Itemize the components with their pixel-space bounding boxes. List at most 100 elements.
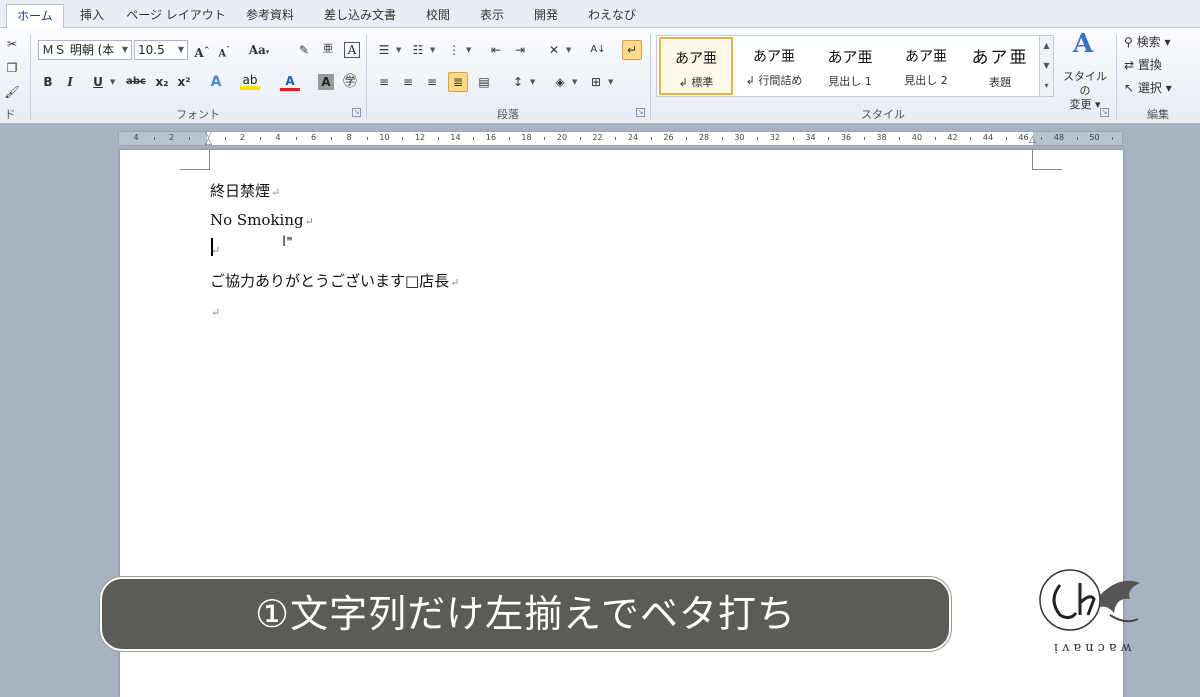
document-line[interactable]: ご協力ありがとうございます□店長↵ (210, 270, 459, 291)
tab-view[interactable]: 表示 (470, 4, 514, 28)
ribbon-tab-bar: ホーム 挿入 ページ レイアウト 参考資料 差し込み文書 校閲 表示 開発 わえ… (0, 0, 1200, 28)
tab-mailings[interactable]: 差し込み文書 (314, 4, 406, 28)
tab-developer[interactable]: 開発 (524, 4, 568, 28)
cut-icon[interactable]: ✂ (2, 34, 22, 54)
document-line[interactable]: ↵ (210, 302, 220, 320)
tab-insert[interactable]: 挿入 (70, 4, 114, 28)
highlight-color-icon[interactable]: ab (240, 72, 260, 90)
decrease-indent-icon[interactable]: ⇤ (486, 40, 506, 60)
crop-mark (180, 150, 210, 170)
text-cursor (211, 238, 213, 256)
gallery-scroll[interactable]: ▲ ▼ ▾ (1040, 35, 1054, 97)
style-heading-2[interactable]: あア亜 見出し 2 (889, 37, 963, 95)
asian-layout-icon[interactable]: ✕ (544, 40, 564, 60)
shrink-font-button[interactable]: Aˇ (214, 40, 234, 60)
character-shading-icon[interactable]: A (318, 74, 334, 90)
ruler-tick (331, 137, 333, 140)
increase-indent-icon[interactable]: ⇥ (510, 40, 530, 60)
ruler-margin-left (119, 132, 207, 145)
show-paragraph-marks-icon[interactable]: ↵ (622, 40, 642, 60)
italic-button[interactable]: I (60, 72, 80, 92)
style-name: ↲ 行間詰め (745, 74, 803, 87)
strikethrough-button[interactable]: abc (124, 72, 148, 92)
ruler-number: 2 (168, 133, 175, 142)
ruler-margin-right (1033, 132, 1122, 145)
justify-icon[interactable]: ≣ (448, 72, 468, 92)
find-button[interactable]: ⚲ 検索 ▾ (1124, 33, 1170, 50)
right-indent-marker-icon[interactable]: △ (1029, 135, 1036, 145)
chevron-down-icon[interactable]: ▼ (110, 78, 115, 86)
bullets-icon[interactable]: ☰ (374, 40, 394, 60)
ruler-number: 4 (133, 133, 139, 142)
ruler-tick (863, 137, 865, 140)
underline-button[interactable]: U (88, 72, 108, 92)
chevron-down-icon[interactable]: ▼ (466, 46, 471, 54)
shading-icon[interactable]: ◈ (550, 72, 570, 92)
ruler-tick (934, 137, 936, 140)
style-heading-1[interactable]: あア亜 見出し 1 (813, 37, 887, 95)
chevron-down-icon[interactable]: ▼ (396, 46, 401, 54)
style-title[interactable]: あア亜 表題 (963, 37, 1037, 95)
superscript-button[interactable]: x² (174, 72, 194, 92)
style-normal[interactable]: あア亜 ↲ 標準 (659, 37, 733, 95)
ruler-number: 22 (592, 133, 603, 142)
line-spacing-icon[interactable]: ↕ (508, 72, 528, 92)
chevron-down-icon[interactable]: ▼ (530, 78, 535, 86)
crop-mark (1032, 150, 1062, 170)
character-border-icon[interactable]: A (344, 42, 360, 58)
grow-font-button[interactable]: A^ (192, 40, 212, 60)
sort-icon[interactable]: A↓ (588, 40, 608, 60)
indent-marker-icon[interactable]: ▽ △ (205, 132, 212, 145)
subscript-button[interactable]: x₂ (152, 72, 172, 92)
format-painter-icon[interactable]: 🖌 (2, 82, 22, 102)
style-name: 見出し 2 (904, 74, 948, 87)
font-name-combo[interactable]: ＭＳ 明朝 (本 ▼ (38, 40, 132, 60)
enclose-characters-icon[interactable]: ㊫ (340, 72, 360, 92)
tab-references[interactable]: 参考資料 (238, 4, 302, 28)
ruler-number: 26 (663, 133, 674, 142)
replace-label: 置換 (1137, 58, 1162, 72)
font-color-icon[interactable]: A (280, 72, 300, 91)
paragraph-dialog-launcher-icon[interactable]: ↘ (636, 108, 645, 117)
multilevel-list-icon[interactable]: ⋮ (444, 40, 464, 60)
chevron-down-icon[interactable]: ▼ (608, 78, 613, 86)
ruler-tick (579, 137, 581, 140)
style-name: 見出し 1 (828, 75, 872, 88)
document-line[interactable]: 終日禁煙↵ (210, 180, 280, 201)
ruler-tick (1005, 137, 1007, 140)
numbering-icon[interactable]: ☷ (408, 40, 428, 60)
select-button[interactable]: ↖ 選択 ▾ (1124, 79, 1172, 96)
chevron-down-icon[interactable]: ▼ (430, 46, 435, 54)
document-line[interactable]: No Smoking↵ (210, 211, 314, 229)
text-effects-icon[interactable]: A (206, 72, 226, 92)
ruler-tick (402, 137, 404, 140)
tab-home[interactable]: ホーム (6, 4, 64, 28)
horizontal-ruler[interactable]: 4 2 2 4 6 8 10 12 14 16 18 20 22 24 26 28 30 32 34 36 38 40 42… (118, 131, 1123, 146)
borders-icon[interactable]: ⊞ (586, 72, 606, 92)
change-case-button[interactable]: Aa▾ (246, 40, 272, 60)
font-dialog-launcher-icon[interactable]: ↘ (352, 108, 361, 117)
ruler-tick (260, 137, 262, 140)
chevron-down-icon[interactable]: ▼ (566, 46, 571, 54)
distributed-icon[interactable]: ▤ (474, 72, 494, 92)
align-right-icon[interactable]: ≡ (422, 72, 442, 92)
style-no-spacing[interactable]: あア亜 ↲ 行間詰め (737, 37, 811, 95)
clear-format-icon[interactable]: ✎ (294, 40, 314, 60)
paragraph-mark-icon: ↵ (211, 306, 221, 319)
tab-review[interactable]: 校閲 (416, 4, 460, 28)
chevron-down-icon[interactable]: ▼ (572, 78, 577, 86)
replace-button[interactable]: ⇄ 置換 (1124, 56, 1162, 73)
phonetic-guide-icon[interactable]: 亜 (318, 40, 338, 60)
font-size-combo[interactable]: 10.5 ▼ (134, 40, 188, 60)
align-left-icon[interactable]: ≡ (374, 72, 394, 92)
copy-icon[interactable]: ❐ (2, 58, 22, 78)
style-sample: あア亜 (827, 48, 873, 66)
tab-page-layout[interactable]: ページ レイアウト (124, 4, 228, 28)
align-center-icon[interactable]: ≡ (398, 72, 418, 92)
styles-dialog-launcher-icon[interactable]: ↘ (1100, 108, 1109, 117)
font-size-value: 10.5 (138, 43, 165, 57)
ruler-number: 4 (275, 133, 281, 142)
tab-waenavi[interactable]: わえなび (580, 4, 644, 28)
bold-button[interactable]: B (38, 72, 58, 92)
change-styles-icon[interactable]: A (1066, 31, 1100, 64)
